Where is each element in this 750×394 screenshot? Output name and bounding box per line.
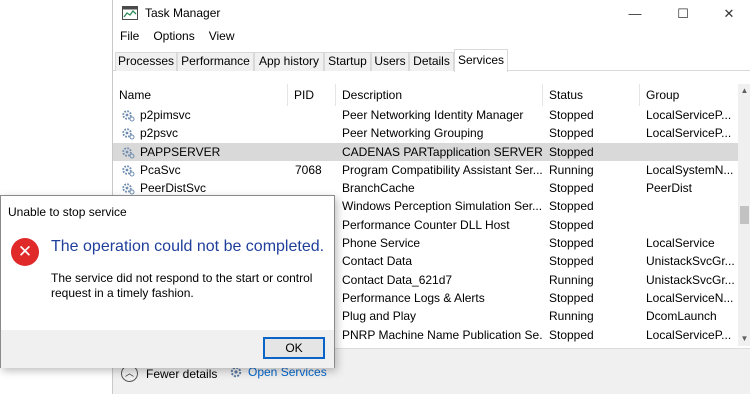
tab-users[interactable]: Users <box>371 52 409 71</box>
service-pid <box>295 143 337 161</box>
dialog-footer: OK <box>1 330 334 368</box>
menu-options[interactable]: Options <box>146 29 201 47</box>
fewer-details-label: Fewer details <box>146 366 218 381</box>
error-icon: ✕ <box>11 238 39 266</box>
service-status: Stopped <box>549 199 594 214</box>
service-group: LocalServiceP... <box>646 126 732 141</box>
service-status: Running <box>549 272 594 287</box>
service-description: Peer Networking Grouping <box>342 126 484 141</box>
service-status: Stopped <box>549 217 594 232</box>
service-group: LocalService <box>646 236 715 251</box>
maximize-button[interactable]: ☐ <box>661 0 705 27</box>
column-header-name[interactable]: Name <box>113 84 288 106</box>
task-manager-icon <box>122 6 138 20</box>
tab-processes[interactable]: Processes <box>115 52 177 71</box>
service-group <box>646 216 736 234</box>
column-header-description[interactable]: Description <box>336 84 543 106</box>
column-header-pid[interactable]: PID <box>288 84 336 106</box>
service-group: PeerDist <box>646 181 693 196</box>
tab-bar: Processes Performance App history Startu… <box>113 49 750 72</box>
close-icon: ✕ <box>723 5 735 21</box>
service-name: p2psvc <box>140 126 179 141</box>
maximize-icon: ☐ <box>677 5 689 21</box>
tab-performance[interactable]: Performance <box>177 52 254 71</box>
service-pid <box>295 106 337 124</box>
service-status: Stopped <box>549 126 594 141</box>
dialog-heading: The operation could not be completed. <box>51 238 325 255</box>
tab-app-history[interactable]: App history <box>254 52 324 71</box>
scroll-up-icon[interactable]: ▲ <box>738 84 750 98</box>
service-pid <box>295 124 337 142</box>
minimize-icon: — <box>628 6 642 21</box>
menu-view[interactable]: View <box>202 29 242 47</box>
service-description: Performance Counter DLL Host <box>342 217 510 232</box>
service-group: LocalServiceP... <box>646 108 732 122</box>
service-description: Contact Data_621d7 <box>342 272 453 287</box>
service-status: Stopped <box>549 236 594 251</box>
service-description: Peer Networking Identity Manager <box>342 108 524 122</box>
service-description: Performance Logs & Alerts <box>342 290 485 305</box>
tab-startup[interactable]: Startup <box>324 52 371 71</box>
service-status: Stopped <box>549 254 594 269</box>
service-row[interactable]: p2pimsvc Peer Networking Identity Manager… <box>113 106 738 124</box>
dialog-title: Unable to stop service <box>8 205 127 219</box>
column-header-status[interactable]: Status <box>543 84 640 106</box>
service-status: Stopped <box>549 181 594 196</box>
service-group <box>646 197 736 215</box>
scroll-thumb[interactable] <box>740 206 749 224</box>
service-group <box>646 143 736 161</box>
service-description: Plug and Play <box>342 309 417 324</box>
service-group: LocalServiceN... <box>646 290 734 305</box>
service-description: BranchCache <box>342 181 415 196</box>
service-status: Stopped <box>549 144 594 159</box>
tab-details[interactable]: Details <box>409 52 454 71</box>
scroll-down-icon[interactable]: ▼ <box>738 332 750 346</box>
service-name: PAPPSERVER <box>140 144 221 159</box>
tab-services[interactable]: Services <box>454 49 508 72</box>
column-header-row: Name PID Description Status Group <box>113 84 738 106</box>
service-status: Stopped <box>549 327 594 342</box>
menu-bar: File Options View <box>113 29 242 47</box>
service-group: LocalSystemN... <box>646 162 734 177</box>
service-group: DcomLaunch <box>646 309 717 324</box>
service-group: UnistackSvcGr... <box>646 272 735 287</box>
service-description: Windows Perception Simulation Ser... <box>342 199 542 214</box>
service-pid: 7068 <box>295 162 322 177</box>
service-status: Stopped <box>549 108 594 122</box>
service-description: Contact Data <box>342 254 413 269</box>
close-button[interactable]: ✕ <box>707 0 750 27</box>
vertical-scrollbar[interactable]: ▲ ▼ <box>738 84 750 346</box>
column-header-group[interactable]: Group <box>640 84 738 106</box>
dialog-message: The service did not respond to the start… <box>51 271 313 300</box>
service-name: p2pimsvc <box>140 108 191 122</box>
service-description: CADENAS PARTapplication SERVER V... <box>342 144 542 159</box>
service-description: Phone Service <box>342 236 421 251</box>
service-description: Program Compatibility Assistant Ser... <box>342 162 542 177</box>
title-bar[interactable]: Task Manager — ☐ ✕ <box>113 0 750 27</box>
window-title: Task Manager <box>145 6 221 20</box>
service-status: Running <box>549 162 594 177</box>
service-status: Stopped <box>549 290 594 305</box>
service-group: LocalServiceP... <box>646 327 732 342</box>
minimize-button[interactable]: — <box>613 0 657 27</box>
service-name: PcaSvc <box>140 162 181 177</box>
service-description: PNRP Machine Name Publication Se... <box>342 327 542 342</box>
error-dialog: Unable to stop service ✕ The operation c… <box>0 195 335 368</box>
ok-button[interactable]: OK <box>263 337 325 359</box>
service-group: UnistackSvcGr... <box>646 254 735 269</box>
service-row[interactable]: PcaSvc 7068 Program Compatibility Assistan… <box>113 161 738 179</box>
menu-file[interactable]: File <box>113 29 146 47</box>
service-status: Running <box>549 309 594 324</box>
service-row[interactable]: PAPPSERVER CADENAS PARTapplication SERVER… <box>113 142 738 161</box>
service-row[interactable]: p2psvc Peer Networking Grouping Stopped Loc… <box>113 124 738 142</box>
